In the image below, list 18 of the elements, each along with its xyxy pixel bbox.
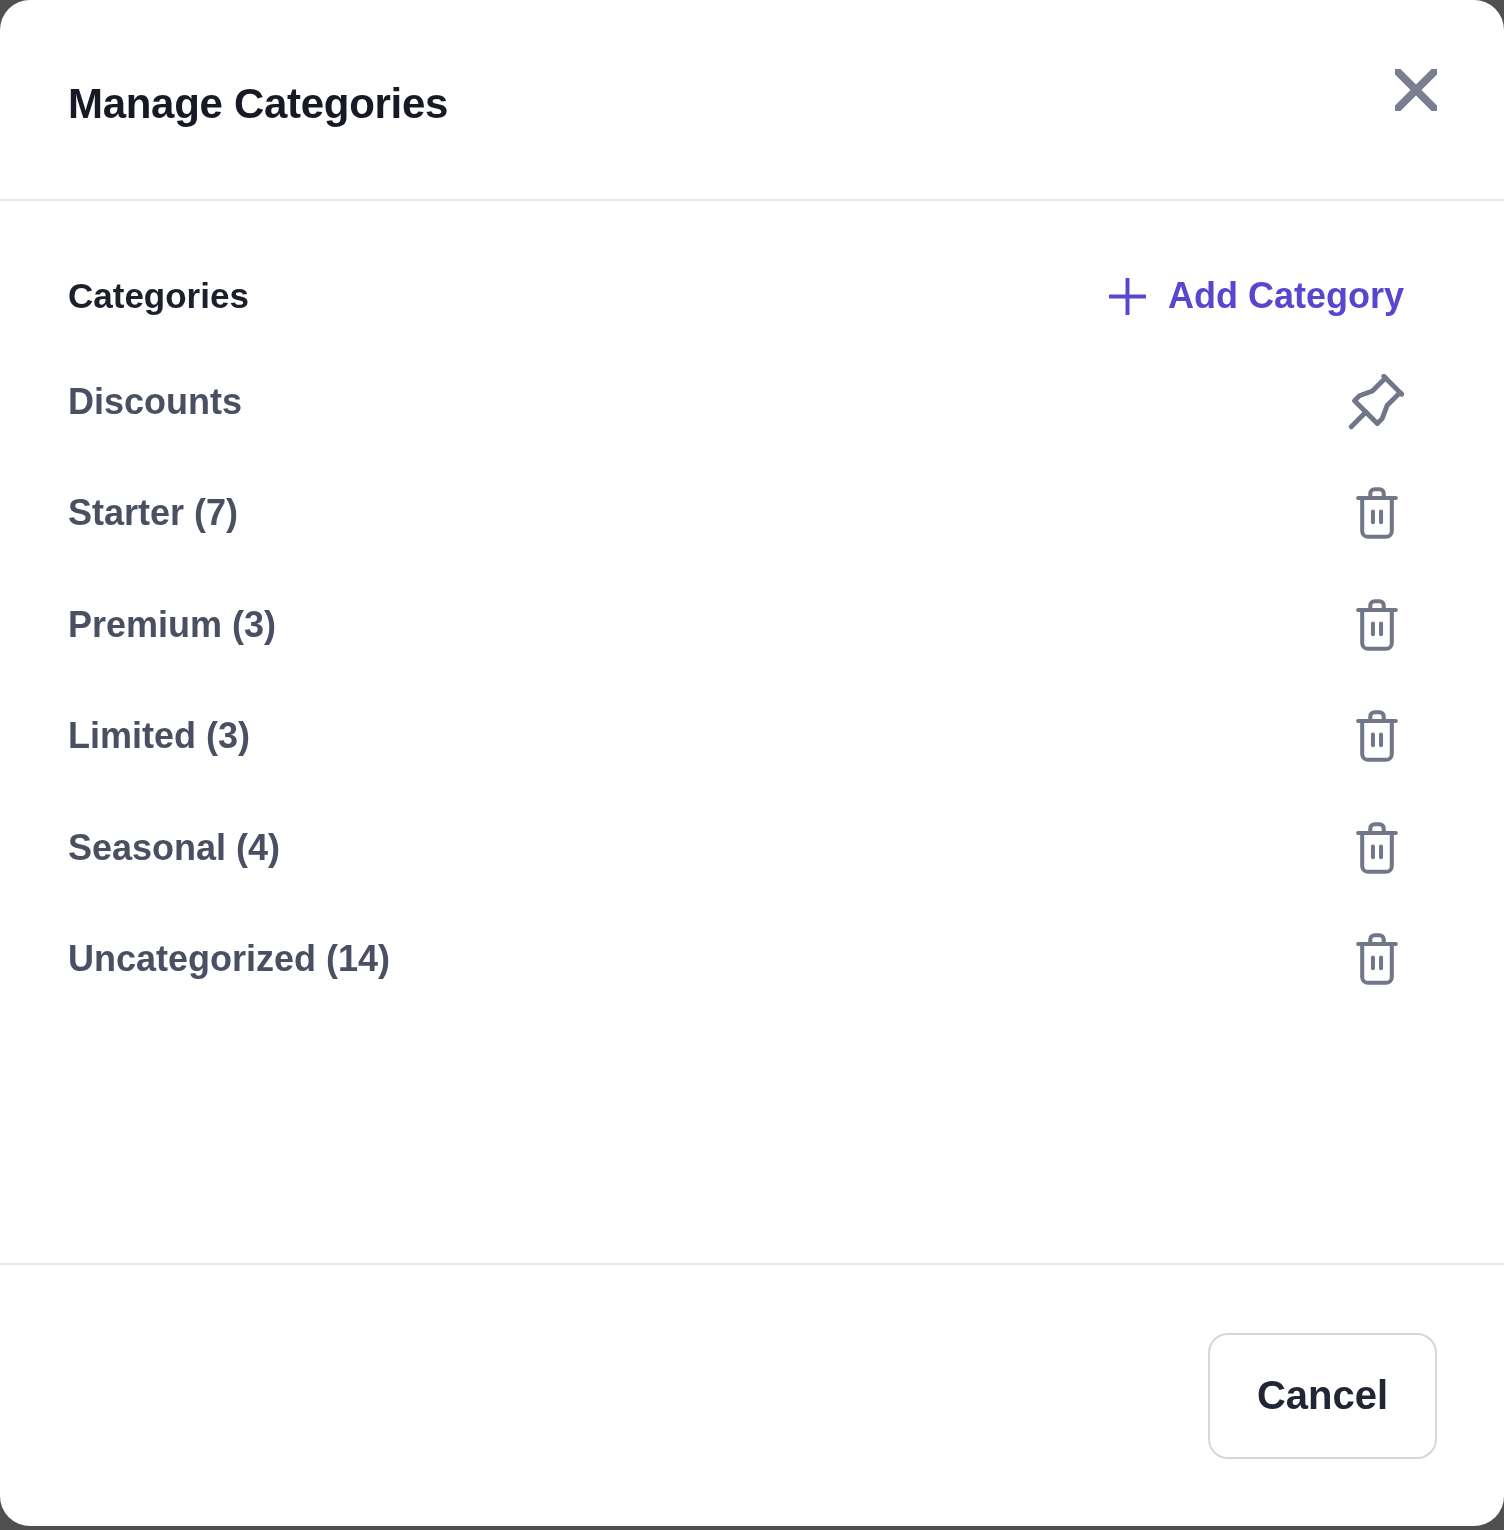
trash-icon[interactable] — [1356, 710, 1398, 763]
section-label: Categories — [68, 276, 249, 316]
add-category-button[interactable]: Add Category — [1108, 275, 1404, 317]
category-name: Premium (3) — [68, 603, 277, 646]
pin-icon[interactable] — [1348, 373, 1404, 430]
category-name: Seasonal (4) — [68, 826, 281, 869]
trash-icon[interactable] — [1356, 598, 1398, 651]
cancel-button[interactable]: Cancel — [1208, 1332, 1437, 1459]
trash-icon[interactable] — [1356, 933, 1398, 986]
close-icon[interactable] — [1395, 69, 1437, 111]
category-name: Uncategorized (14) — [68, 938, 391, 981]
dialog-title: Manage Categories — [68, 79, 449, 128]
category-name: Discounts — [68, 380, 243, 423]
trash-icon[interactable] — [1356, 821, 1398, 874]
category-name: Limited (3) — [68, 715, 250, 758]
category-name: Starter (7) — [68, 492, 239, 535]
trash-icon[interactable] — [1356, 487, 1398, 540]
plus-icon — [1108, 277, 1146, 315]
